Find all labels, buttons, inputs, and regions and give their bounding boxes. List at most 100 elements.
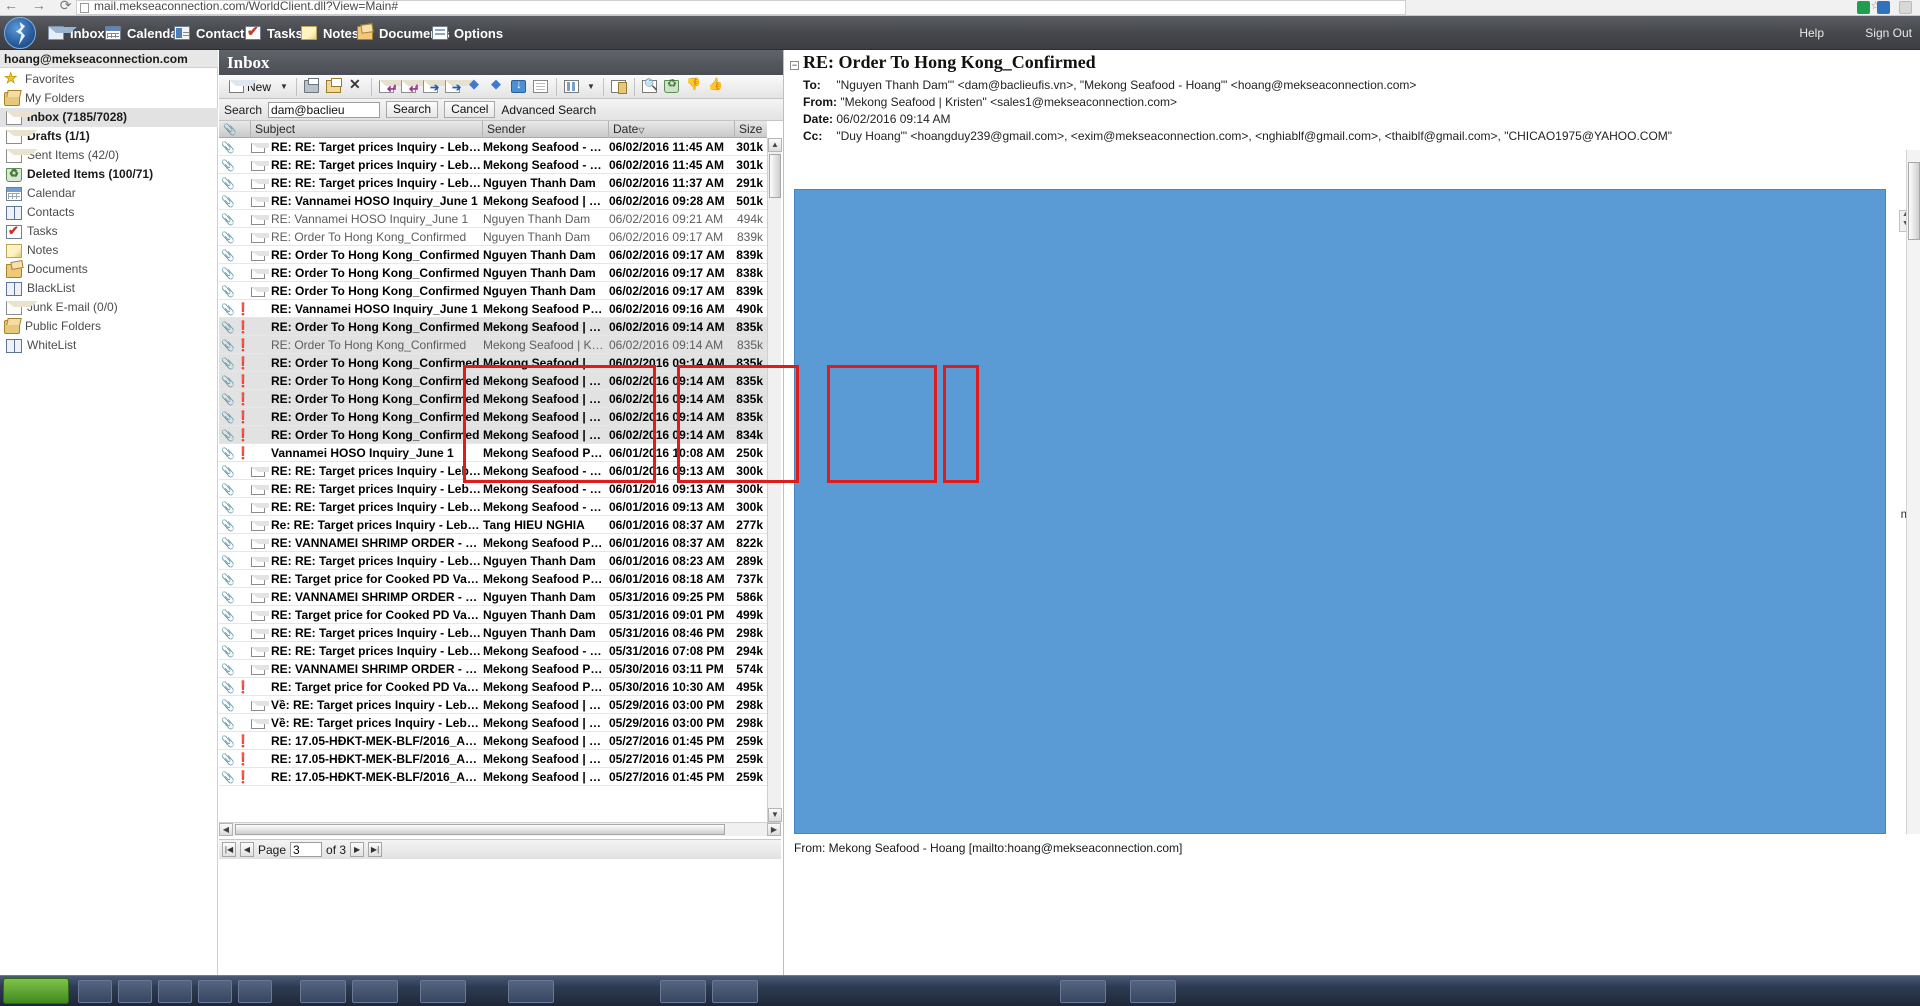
table-row[interactable]: 📎 ❗ RE: Order To Hong Kong_Confirmed Mekong… bbox=[219, 354, 767, 372]
next-page-button[interactable]: ▶ bbox=[350, 842, 365, 857]
browser-extension-green-icon[interactable] bbox=[1857, 1, 1870, 14]
sidebar-folder-junk-e-mail-0-0[interactable]: Junk E-mail (0/0) bbox=[0, 298, 218, 317]
previous-message-button[interactable] bbox=[465, 76, 485, 97]
taskbar-item-8[interactable] bbox=[420, 980, 466, 1003]
table-row[interactable]: 📎 RE: RE: Target prices Inquiry - Lebanon… bbox=[219, 642, 767, 660]
page-number-input[interactable] bbox=[290, 842, 323, 857]
new-message-button[interactable]: New bbox=[223, 77, 275, 97]
delete-button[interactable] bbox=[346, 76, 366, 97]
move-to-folder-button[interactable] bbox=[324, 77, 344, 97]
table-row[interactable]: 📎 ❗ RE: Order To Hong Kong_Confirmed Mekong… bbox=[219, 336, 767, 354]
sidebar-folder-whitelist[interactable]: WhiteList bbox=[0, 336, 218, 355]
not-spam-button[interactable] bbox=[684, 77, 704, 97]
nav-item-options[interactable]: Options bbox=[424, 16, 511, 50]
start-button[interactable] bbox=[3, 978, 69, 1004]
forward-button[interactable] bbox=[421, 77, 453, 97]
table-row[interactable]: 📎 RE: VANNAMEI SHRIMP ORDER - BELGIUM - .… bbox=[219, 588, 767, 606]
column-header-subject[interactable]: Subject bbox=[251, 121, 483, 138]
taskbar-item-3[interactable] bbox=[158, 980, 192, 1003]
table-row[interactable]: 📎 RE: VANNAMEI SHRIMP ORDER - BELGIUM - .… bbox=[219, 660, 767, 678]
next-message-button[interactable] bbox=[487, 76, 507, 97]
previous-page-button[interactable]: ◀ bbox=[240, 842, 254, 857]
sidebar-folder-sent-items-42-0[interactable]: Sent Items (42/0) bbox=[0, 146, 218, 165]
sidebar-folder-notes[interactable]: Notes bbox=[0, 241, 218, 260]
table-row[interactable]: 📎 ❗ RE: 17.05-HĐKT-MEK-BLF/2016_Artwork Mek… bbox=[219, 768, 767, 786]
horizontal-scrollbar-thumb[interactable] bbox=[235, 824, 725, 835]
table-row[interactable]: 📎 ❗ RE: Order To Hong Kong_Confirmed Mekong… bbox=[219, 408, 767, 426]
mark-spam-button[interactable] bbox=[662, 77, 682, 97]
view-source-button[interactable] bbox=[531, 77, 551, 97]
message-list-horizontal-scrollbar[interactable]: ◀ ▶ bbox=[219, 822, 781, 836]
table-row[interactable]: 📎 RE: RE: Target prices Inquiry - Lebanon… bbox=[219, 552, 767, 570]
scroll-down-arrow-icon[interactable]: ▼ bbox=[768, 808, 782, 822]
taskbar-item-1[interactable] bbox=[78, 980, 112, 1003]
table-row[interactable]: 📎 RE: Order To Hong Kong_Confirmed Nguyen … bbox=[219, 228, 767, 246]
download-button[interactable] bbox=[509, 77, 529, 97]
browser-extension-blue-icon[interactable] bbox=[1877, 1, 1890, 14]
sidebar-folder-favorites[interactable]: Favorites bbox=[0, 69, 218, 89]
sidebar-folder-public-folders[interactable]: Public Folders bbox=[0, 317, 218, 337]
reply-all-button[interactable] bbox=[399, 77, 431, 97]
search-messages-button[interactable] bbox=[640, 77, 660, 97]
help-link[interactable]: Help bbox=[1799, 16, 1824, 50]
sidebar-folder-documents[interactable]: Documents bbox=[0, 260, 218, 279]
message-body-content[interactable] bbox=[794, 189, 1886, 834]
table-row[interactable]: 📎 RE: Target price for Cooked PD Van_UK Ng… bbox=[219, 606, 767, 624]
table-row[interactable]: 📎 ❗ RE: Order To Hong Kong_Confirmed Mekong… bbox=[219, 390, 767, 408]
sidebar-folder-contacts[interactable]: Contacts bbox=[0, 203, 218, 222]
reading-pane-scrollbar[interactable] bbox=[1906, 150, 1920, 834]
column-header-date[interactable]: Date▽ bbox=[609, 121, 735, 138]
table-row[interactable]: 📎 RE: RE: Target prices Inquiry - Lebanon… bbox=[219, 624, 767, 642]
filter-rules-button[interactable] bbox=[609, 77, 629, 97]
taskbar-item-7[interactable] bbox=[352, 980, 398, 1003]
mark-good-button[interactable] bbox=[706, 77, 726, 97]
search-button[interactable]: Search bbox=[386, 101, 439, 118]
taskbar-item-9[interactable] bbox=[508, 980, 554, 1003]
table-row[interactable]: 📎 RE: RE: Target prices Inquiry - Lebanon… bbox=[219, 138, 767, 156]
scrollbar-thumb[interactable] bbox=[769, 154, 781, 198]
message-rows-container[interactable]: 📎 RE: RE: Target prices Inquiry - Lebanon… bbox=[219, 138, 767, 822]
columns-caret[interactable]: ▼ bbox=[584, 82, 598, 91]
table-row[interactable]: 📎 Re: RE: Target prices Inquiry - Lebanon… bbox=[219, 516, 767, 534]
scroll-up-arrow-icon[interactable]: ▲ bbox=[768, 138, 782, 152]
table-row[interactable]: 📎 RE: VANNAMEI SHRIMP ORDER - BELGIUM - .… bbox=[219, 534, 767, 552]
last-page-button[interactable]: ▶| bbox=[368, 842, 383, 857]
reply-button[interactable] bbox=[377, 77, 409, 97]
columns-button[interactable] bbox=[562, 77, 582, 97]
first-page-button[interactable]: |◀ bbox=[222, 842, 236, 857]
advanced-search-link[interactable]: Advanced Search bbox=[501, 103, 596, 117]
sidebar-folder-tasks[interactable]: Tasks bbox=[0, 221, 218, 241]
forward-as-attachment-button[interactable] bbox=[443, 77, 475, 97]
taskbar-item-13[interactable] bbox=[1130, 980, 1176, 1003]
sidebar-folder-inbox-7185-7028[interactable]: Inbox (7185/7028) bbox=[0, 108, 218, 127]
column-header-size[interactable]: Size bbox=[735, 121, 767, 138]
table-row[interactable]: 📎 RE: RE: Target prices Inquiry - Lebanon… bbox=[219, 462, 767, 480]
table-row[interactable]: 📎 Về: RE: Target prices Inquiry - Lebanon… bbox=[219, 696, 767, 714]
table-row[interactable]: 📎 ❗ RE: Vannamei HOSO Inquiry_June 1 Mekong… bbox=[219, 300, 767, 318]
taskbar-item-11[interactable] bbox=[712, 980, 758, 1003]
table-row[interactable]: 📎 ❗ RE: Target price for Cooked PD Van_UK M… bbox=[219, 678, 767, 696]
taskbar-item-6[interactable] bbox=[300, 980, 346, 1003]
sidebar-folder-deleted-items-100-71[interactable]: Deleted Items (100/71) bbox=[0, 165, 218, 184]
column-header-attachment[interactable]: 📎 bbox=[219, 121, 251, 138]
sidebar-folder-drafts-1-1[interactable]: Drafts (1/1) bbox=[0, 127, 218, 146]
taskbar-item-4[interactable] bbox=[198, 980, 232, 1003]
table-row[interactable]: 📎 ❗ RE: 17.05-HĐKT-MEK-BLF/2016_Artwork Mek… bbox=[219, 732, 767, 750]
table-row[interactable]: 📎 RE: RE: Target prices Inquiry - Lebanon… bbox=[219, 498, 767, 516]
scroll-right-arrow-icon[interactable]: ▶ bbox=[767, 823, 781, 836]
message-list-vertical-scrollbar[interactable]: ▲ ▼ bbox=[767, 138, 782, 822]
table-row[interactable]: 📎 RE: Vannamei HOSO Inquiry_June 1 Nguyen … bbox=[219, 210, 767, 228]
scroll-left-arrow-icon[interactable]: ◀ bbox=[219, 823, 233, 836]
browser-url-bar[interactable]: mail.mekseaconnection.com/WorldClient.dl… bbox=[76, 0, 1406, 15]
table-row[interactable]: 📎 ❗ Vannamei HOSO Inquiry_June 1 Mekong Sea… bbox=[219, 444, 767, 462]
table-row[interactable]: 📎 ❗ RE: Order To Hong Kong_Confirmed Mekong… bbox=[219, 318, 767, 336]
table-row[interactable]: 📎 RE: Order To Hong Kong_Confirmed Nguyen … bbox=[219, 282, 767, 300]
table-row[interactable]: 📎 RE: Vannamei HOSO Inquiry_June 1 Mekong … bbox=[219, 192, 767, 210]
sidebar-folder-my-folders[interactable]: My Folders bbox=[0, 89, 218, 108]
table-row[interactable]: 📎 ❗ RE: Order To Hong Kong_Confirmed Mekong… bbox=[219, 426, 767, 444]
cancel-search-button[interactable]: Cancel bbox=[444, 101, 496, 118]
table-row[interactable]: 📎 ❗ RE: Order To Hong Kong_Confirmed Mekong… bbox=[219, 372, 767, 390]
sidebar-folder-blacklist[interactable]: BlackList bbox=[0, 279, 218, 298]
table-row[interactable]: 📎 RE: RE: Target prices Inquiry - Lebanon… bbox=[219, 174, 767, 192]
taskbar-item-2[interactable] bbox=[118, 980, 152, 1003]
